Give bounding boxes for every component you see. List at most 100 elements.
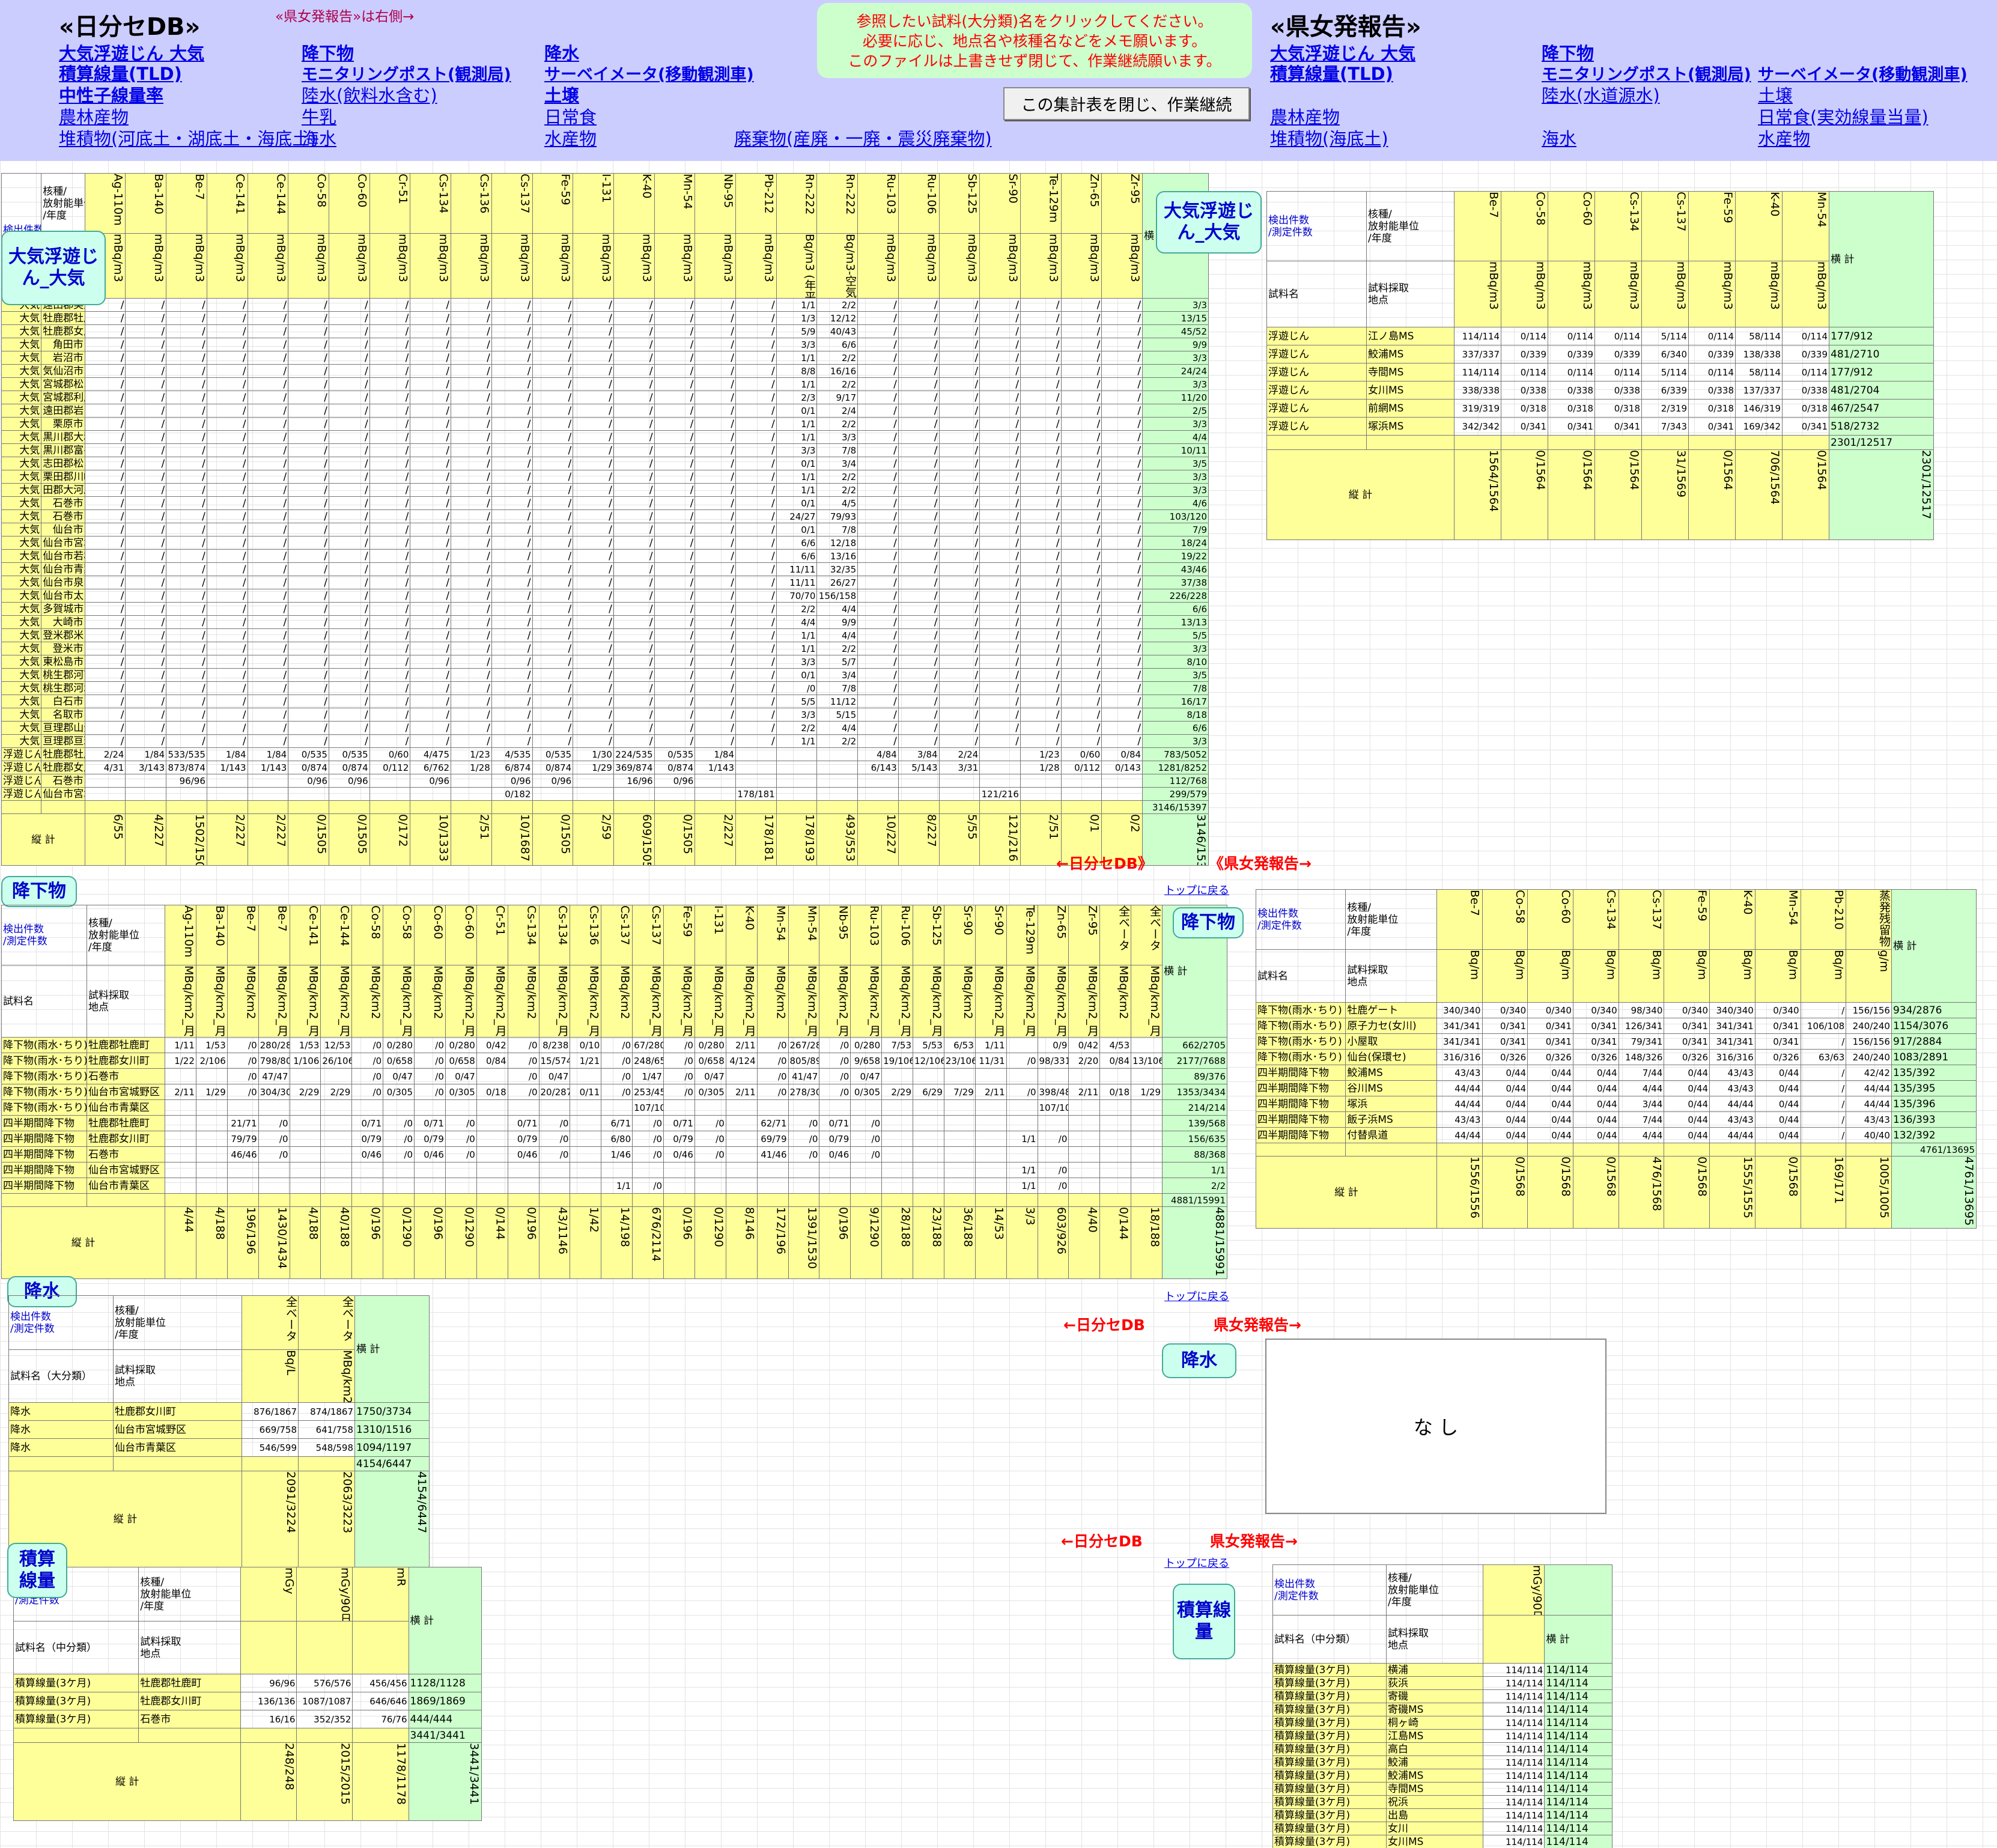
data-cell: 533/535 (166, 747, 207, 761)
grand-total-cell: 3441/3441 (408, 1728, 482, 1743)
close-summary-button[interactable]: この集計表を閉じ、作業継続 (1003, 87, 1250, 120)
slash-cell: / (898, 483, 940, 497)
data-cell (816, 787, 859, 801)
slash-cell: / (328, 628, 370, 642)
slash-cell: / (1020, 324, 1062, 338)
slash-cell: / (735, 457, 777, 470)
blank-cell (1544, 1564, 1612, 1615)
data-cell (538, 1162, 571, 1178)
data-cell (451, 787, 492, 801)
slash-cell: / (654, 483, 696, 497)
blank-cell (84, 800, 126, 814)
row-total-cell: 518/2732 (1829, 417, 1934, 436)
slash-cell: / (1020, 443, 1062, 457)
sample-name-cell: 積算線量(3ケ月) (1272, 1822, 1387, 1835)
data-cell: 9/9 (816, 615, 859, 629)
unit-cell: mBq/m3 (369, 233, 411, 299)
r-link-sediment[interactable]: 堆積物(海底土) (1270, 125, 1388, 150)
data-cell: 1/28 (1020, 761, 1062, 774)
slash-cell: / (938, 417, 980, 431)
link-waste[interactable]: 廃棄物(産廃・一廃・震災廃棄物) (734, 125, 992, 150)
data-cell: 0/341 (1572, 1033, 1619, 1050)
data-cell: 0/114 (1688, 363, 1736, 381)
sample-name-cell: 四半期間降下物 (1, 1146, 87, 1163)
data-cell: 5/114 (1641, 327, 1689, 345)
link-seawater[interactable]: 海水 (302, 125, 336, 150)
slash-cell: / (166, 576, 207, 589)
link-marine[interactable]: 水産物 (544, 125, 597, 150)
slash-cell: / (857, 708, 899, 722)
tld-section-label[interactable]: 積算線量 (7, 1543, 67, 1598)
data-cell (938, 774, 980, 788)
slash-cell: / (288, 470, 329, 484)
slash-cell: / (979, 536, 1021, 550)
rain-section-label-right[interactable]: 降水 (1162, 1343, 1236, 1378)
slash-cell: / (898, 391, 940, 404)
tld-section-label-right[interactable]: 積算線量 (1173, 1584, 1235, 1659)
sample-point-cell: 桃生郡河北町 (41, 681, 85, 695)
slash-cell: / (857, 695, 899, 708)
data-cell: /0 (1037, 1131, 1069, 1147)
data-cell: 20/287 (538, 1084, 571, 1100)
sample-name-cell: 大気 (1, 364, 42, 378)
grand-total-cell: 3146/15397 (1142, 800, 1209, 814)
nuclide-header-cell: Ce-144 (247, 173, 289, 234)
sample-point-cell: 牡鹿郡女川町 (87, 1053, 165, 1069)
nuclide-header-cell: mGy (240, 1567, 297, 1622)
slash-cell: / (247, 523, 289, 536)
sample-point-cell: 黒川郡大和町 (41, 430, 85, 444)
col-total-cell: 178/181 (735, 813, 777, 866)
back-to-top-link-2[interactable]: トップに戻る (1164, 1288, 1229, 1304)
slash-cell: / (84, 628, 126, 642)
data-cell: 9/17 (816, 391, 859, 404)
sample-name-cell: 浮遊じん (1, 747, 42, 761)
unit-cell: MBq/km2_月 (570, 965, 602, 1038)
slash-cell: / (695, 708, 737, 722)
back-to-top-link-3[interactable]: トップに戻る (1164, 1555, 1229, 1570)
blank-cell (857, 800, 899, 814)
slash-cell: / (654, 721, 696, 735)
col-total-cell: 609/1505 (613, 813, 655, 866)
slash-cell: / (410, 364, 452, 378)
r-link-seawater[interactable]: 海水 (1542, 125, 1576, 150)
back-to-top-link-1[interactable]: トップに戻る (1164, 882, 1229, 898)
sample-point-cell: 気仙沼市 (41, 364, 85, 378)
slash-cell: / (84, 457, 126, 470)
slash-cell: / (328, 576, 370, 589)
slash-cell: / (532, 536, 574, 550)
fallout-section-label-right[interactable]: 降下物 (1173, 907, 1244, 938)
nuclide-header-cell: Sb-125 (913, 905, 944, 965)
data-cell: 5/5 (776, 695, 818, 708)
slash-cell: / (857, 324, 899, 338)
atmo-section-label-right[interactable]: 大気浮遊じん_大気 (1156, 191, 1262, 254)
slash-cell: / (857, 523, 899, 536)
fallout-section-label[interactable]: 降下物 (1, 876, 77, 907)
slash-cell: / (288, 628, 329, 642)
sample-point-cell: 寄磯 (1386, 1689, 1483, 1703)
slash-cell: / (328, 708, 370, 722)
col-total-row: 縦 計 1556/1556 0/1568 0/1568 0/1568 476/1568 0/… (1256, 1156, 1977, 1229)
slash-cell: / (328, 364, 370, 378)
slash-cell: / (328, 298, 370, 312)
atmo-section-label[interactable]: 大気浮遊じん_大気 (1, 231, 106, 305)
r-link-tap-water[interactable]: 陸水(水道源水) (1542, 82, 1660, 107)
data-cell: 0/1 (776, 404, 818, 418)
r-link-tld[interactable]: 積算線量(TLD) (1270, 60, 1393, 85)
row-total-header: 横 計 (1891, 889, 1977, 1003)
nuclide-header-cell: Cr-51 (476, 905, 508, 965)
data-cell (776, 747, 818, 761)
slash-cell: / (1060, 642, 1102, 655)
nuclide-header-cell: Be-7 (258, 905, 290, 965)
link-sediment[interactable]: 堆積物(河底土・湖底土・海底土) (59, 125, 317, 150)
slash-cell: / (857, 721, 899, 735)
data-cell (756, 1162, 789, 1178)
slash-cell: / (532, 404, 574, 418)
blank-cell (383, 1193, 415, 1207)
nuclide-header-cell: Mn-54 (1754, 889, 1801, 950)
nuclide-header-cell: Ag-110m (165, 905, 196, 965)
data-cell (881, 1099, 913, 1116)
r-link-marine[interactable]: 水産物 (1758, 125, 1810, 150)
data-cell: 0/339 (1548, 345, 1595, 363)
total-row: 3146/15397 (1, 800, 1209, 814)
slash-cell: / (654, 668, 696, 682)
